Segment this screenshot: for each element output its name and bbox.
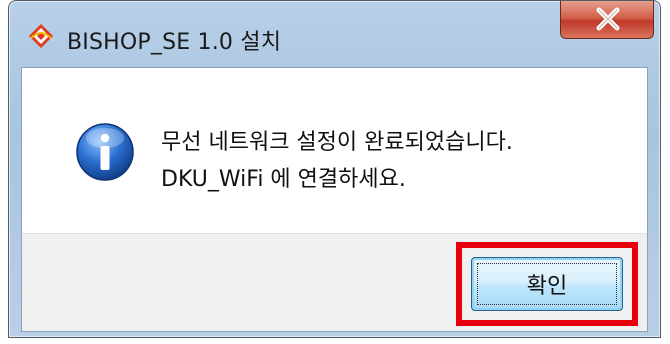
ok-button[interactable]: 확인 xyxy=(471,257,623,311)
close-icon xyxy=(596,7,620,31)
wifi-signal-icon xyxy=(29,24,53,48)
dialog-content: 무선 네트워크 설정이 완료되었습니다. DKU_WiFi 에 연결하세요. 확… xyxy=(21,67,648,332)
message-line-2: DKU_WiFi 에 연결하세요. xyxy=(161,167,406,192)
info-icon xyxy=(76,123,134,181)
message-area: 무선 네트워크 설정이 완료되었습니다. DKU_WiFi 에 연결하세요. xyxy=(22,68,647,233)
window-title: BISHOP_SE 1.0 설치 xyxy=(67,30,282,55)
close-button[interactable] xyxy=(560,1,654,39)
dialog-window: BISHOP_SE 1.0 설치 무선 네트워크 설정이 완료되었습니다. DK… xyxy=(8,0,661,338)
title-bar[interactable]: BISHOP_SE 1.0 설치 xyxy=(9,1,660,67)
message-line-1: 무선 네트워크 설정이 완료되었습니다. xyxy=(161,130,513,155)
ok-button-label: 확인 xyxy=(526,274,568,299)
